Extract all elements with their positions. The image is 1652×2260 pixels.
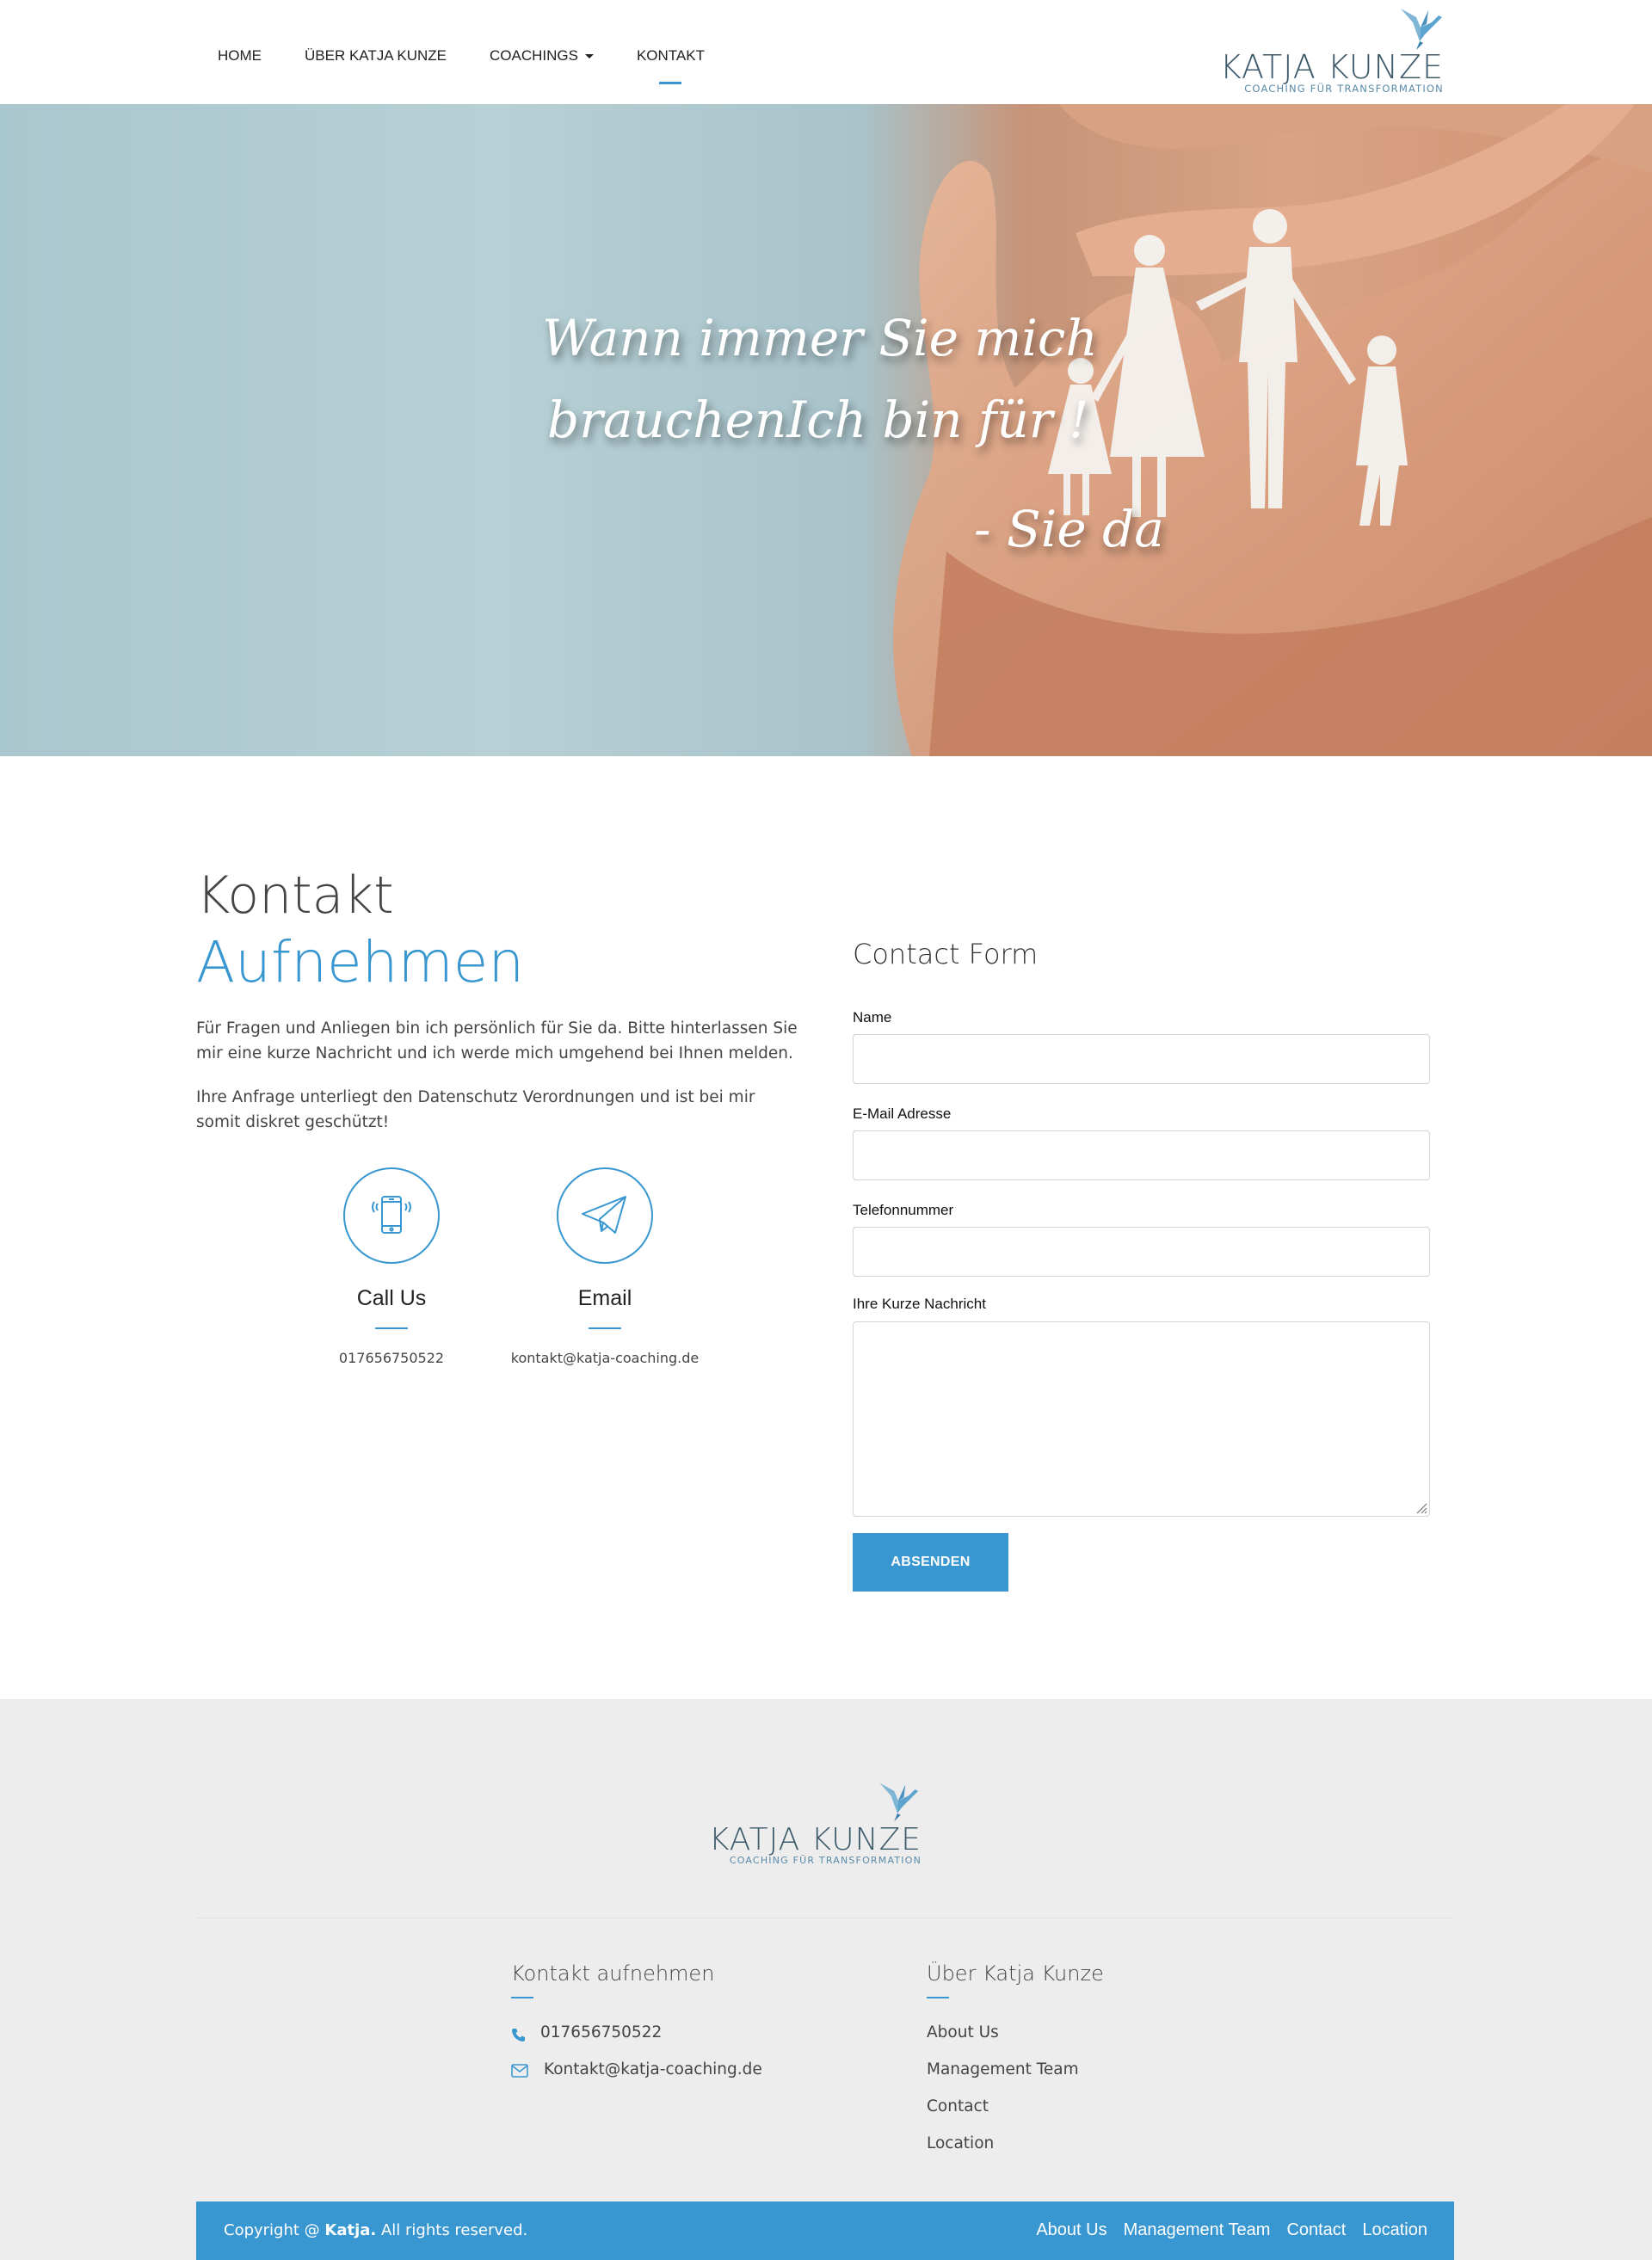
email-input[interactable] (853, 1130, 1430, 1180)
footer-contact-underline (511, 1997, 533, 1998)
caret-down-icon (584, 54, 594, 59)
nav-kontakt[interactable]: KONTAKT (636, 47, 705, 84)
bottom-links: About Us Management Team Contact Locatio… (1020, 2220, 1427, 2240)
nav-ueber-katja-kunze[interactable]: ÜBER KATJA KUNZE (305, 47, 447, 65)
contact-form-title: Contact Form (853, 938, 1039, 970)
bottom-link-management-team[interactable]: Management Team (1124, 2220, 1271, 2240)
call-us-title: Call Us (356, 1286, 427, 1310)
copyright-name: Katja. (324, 2221, 377, 2239)
nav-kontakt-label: KONTAKT (636, 47, 705, 64)
footer-link-management-team[interactable]: Management Team (927, 2060, 1079, 2078)
hero-quote-line3: - Sie da (974, 500, 1164, 558)
top-navbar: HOME ÜBER KATJA KUNZE COACHINGS KONTAKT … (0, 0, 1652, 104)
paper-plane-icon (582, 1196, 626, 1234)
nav-ueber-label: ÜBER KATJA KUNZE (305, 47, 447, 64)
logo-name: KATJA KUNZE (1219, 48, 1444, 86)
logo-tagline: COACHING FÜR TRANSFORMATION (1244, 83, 1444, 95)
footer-about-heading: Über Katja Kunze (927, 1961, 1104, 1986)
call-us-underline (375, 1327, 408, 1329)
contact-paragraph-2: Ihre Anfrage unterliegt den Datenschutz … (196, 1088, 755, 1131)
phone-small-icon (512, 2029, 525, 2041)
main-menu: HOME ÜBER KATJA KUNZE COACHINGS KONTAKT (218, 47, 748, 84)
bottom-link-contact[interactable]: Contact (1286, 2220, 1346, 2240)
email-card: Email kontakt@katja-coaching.de (502, 1167, 708, 1366)
bird-logo-icon (1401, 9, 1442, 50)
phone-label: Telefonnummer (853, 1202, 954, 1218)
hero-quote-line2: brauchenIch bin für ! (547, 391, 1089, 449)
submit-button[interactable]: ABSENDEN (853, 1533, 1008, 1592)
copyright-text: Copyright @ Katja. All rights reserved. (224, 2221, 527, 2239)
contact-title-line2: Aufnehmen (196, 929, 525, 995)
nav-coachings-dropdown[interactable]: COACHINGS (490, 47, 594, 65)
call-us-card: Call Us 017656750522 (288, 1167, 495, 1366)
hero-banner: Wann immer Sie mich brauchenIch bin für … (0, 104, 1652, 756)
contact-paragraph-1: Für Fragen und Anliegen bin ich persönli… (196, 1019, 798, 1062)
footer-logo[interactable]: KATJA KUNZE COACHING FÜR TRANSFORMATION (709, 1775, 923, 1868)
hero-quote-line1: Wann immer Sie mich (542, 309, 1098, 367)
footer-about-underline (927, 1997, 949, 1998)
message-textarea[interactable] (853, 1321, 1430, 1517)
footer-logo-name: KATJA KUNZE (708, 1822, 922, 1857)
contact-title-line1: Kontakt (196, 865, 394, 926)
bottom-bar: Copyright @ Katja. All rights reserved. … (196, 2201, 1454, 2260)
header-logo[interactable]: KATJA KUNZE COACHING FÜR TRANSFORMATION (1220, 3, 1446, 96)
copyright-prefix: Copyright @ (224, 2221, 325, 2239)
bottom-link-location[interactable]: Location (1362, 2220, 1427, 2240)
name-label: Name (853, 1009, 892, 1025)
phone-icon (372, 1196, 411, 1234)
call-us-phone[interactable]: 017656750522 (288, 1350, 495, 1366)
footer-logo-tagline: COACHING FÜR TRANSFORMATION (729, 1855, 922, 1866)
nav-home-label: HOME (218, 47, 262, 64)
email-address[interactable]: kontakt@katja-coaching.de (502, 1350, 708, 1366)
email-icon-circle[interactable] (557, 1167, 653, 1264)
copyright-suffix: All rights reserved. (376, 2221, 528, 2239)
email-title: Email (577, 1286, 632, 1310)
bird-logo-icon (879, 1783, 919, 1822)
footer-link-about-us[interactable]: About Us (927, 2023, 999, 2041)
footer-email[interactable]: Kontakt@katja-coaching.de (544, 2060, 762, 2078)
call-icon-circle[interactable] (343, 1167, 440, 1264)
envelope-icon (511, 2064, 528, 2078)
nav-home[interactable]: HOME (218, 47, 262, 65)
phone-input[interactable] (853, 1227, 1430, 1277)
resize-grip-icon[interactable] (1415, 1502, 1427, 1514)
name-input[interactable] (853, 1034, 1430, 1084)
email-underline (589, 1327, 621, 1329)
footer-link-location[interactable]: Location (927, 2134, 994, 2152)
footer-contact-heading: Kontakt aufnehmen (511, 1961, 715, 1986)
footer-link-contact[interactable]: Contact (927, 2097, 989, 2115)
email-label: E-Mail Adresse (853, 1105, 952, 1122)
message-label: Ihre Kurze Nachricht (853, 1296, 986, 1312)
nav-coachings-label: COACHINGS (490, 47, 578, 64)
footer-phone[interactable]: 017656750522 (540, 2023, 662, 2041)
bottom-link-about-us[interactable]: About Us (1036, 2220, 1106, 2240)
